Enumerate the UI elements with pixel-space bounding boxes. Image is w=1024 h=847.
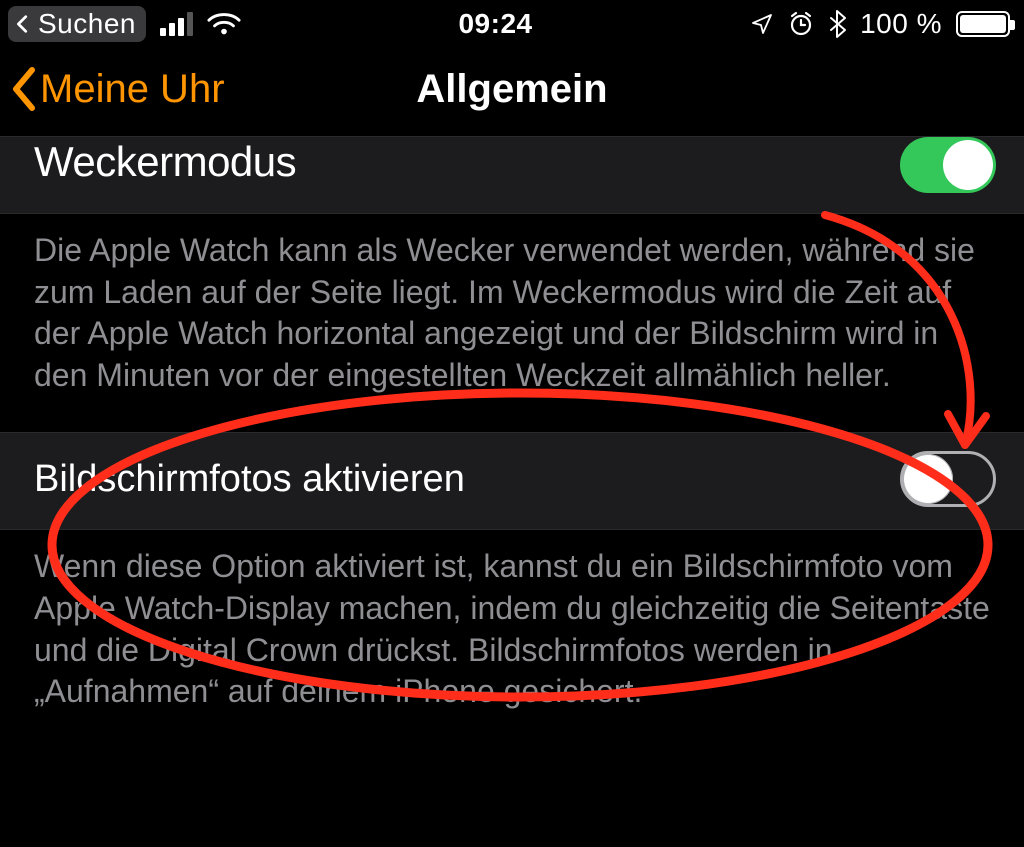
status-right: 100 % <box>750 8 1010 40</box>
bluetooth-icon <box>828 10 846 38</box>
row-footer-screenshots: Wenn diese Option aktiviert ist, kannst … <box>0 530 1024 742</box>
toggle-knob <box>903 454 953 504</box>
row-footer-weckermodus: Die Apple Watch kann als Wecker verwende… <box>0 214 1024 426</box>
navigation-bar: Meine Uhr Allgemein <box>0 46 1024 136</box>
battery-icon <box>956 11 1010 37</box>
nav-back-button[interactable]: Meine Uhr <box>10 66 416 112</box>
page-title: Allgemein <box>416 67 607 112</box>
chevron-left-icon <box>10 66 40 112</box>
toggle-knob <box>943 140 993 190</box>
toggle-screenshots[interactable] <box>900 451 996 507</box>
chevron-left-icon <box>12 13 34 35</box>
status-left: Suchen <box>8 6 241 42</box>
breadcrumb-label: Suchen <box>38 8 136 40</box>
wifi-icon <box>207 11 241 37</box>
settings-list: Weckermodus Die Apple Watch kann als Wec… <box>0 136 1024 743</box>
alarm-clock-icon <box>788 11 814 37</box>
status-bar: Suchen 09:24 100 % <box>0 0 1024 46</box>
status-time: 09:24 <box>458 8 532 40</box>
row-label: Bildschirmfotos aktivieren <box>34 458 465 501</box>
cellular-signal-icon <box>160 12 193 36</box>
toggle-weckermodus[interactable] <box>900 137 996 193</box>
breadcrumb-back-chip[interactable]: Suchen <box>8 6 146 42</box>
row-weckermodus[interactable]: Weckermodus <box>0 136 1024 214</box>
battery-percent: 100 % <box>860 8 942 40</box>
row-screenshots[interactable]: Bildschirmfotos aktivieren <box>0 432 1024 530</box>
location-icon <box>750 12 774 36</box>
row-label: Weckermodus <box>34 141 296 183</box>
nav-back-label: Meine Uhr <box>40 67 225 112</box>
